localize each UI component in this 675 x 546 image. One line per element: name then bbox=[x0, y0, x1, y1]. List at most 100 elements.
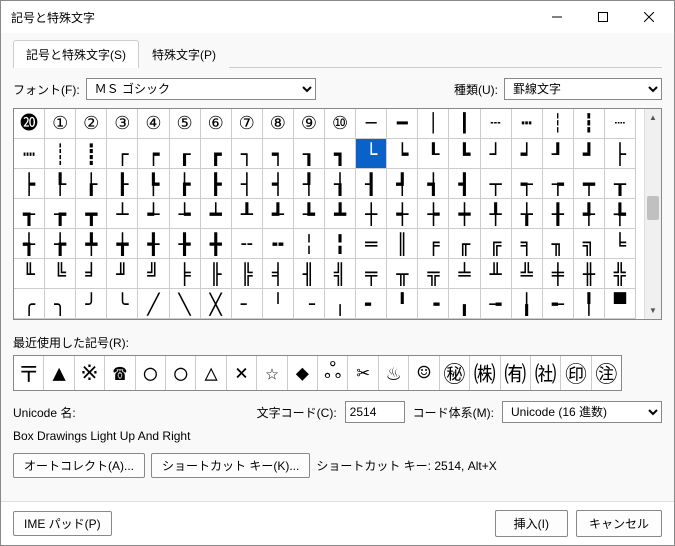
grid-cell[interactable]: ┵ bbox=[138, 199, 169, 229]
grid-cell[interactable]: ╦ bbox=[418, 259, 449, 289]
grid-cell[interactable]: ┑ bbox=[263, 139, 294, 169]
grid-cell[interactable]: ╿ bbox=[574, 289, 605, 319]
grid-cell[interactable]: ╂ bbox=[543, 199, 574, 229]
grid-cell[interactable]: ┽ bbox=[387, 199, 418, 229]
font-select[interactable]: ＭＳ ゴシック bbox=[86, 78, 316, 100]
grid-cell[interactable]: ┳ bbox=[76, 199, 107, 229]
grid-cell[interactable]: ④ bbox=[138, 109, 169, 139]
grid-cell[interactable]: ┒ bbox=[294, 139, 325, 169]
grid-cell[interactable]: ⑨ bbox=[294, 109, 325, 139]
grid-cell[interactable]: ╰ bbox=[107, 289, 138, 319]
recent-cell[interactable]: △ bbox=[196, 356, 226, 390]
grid-cell[interactable]: ╕ bbox=[512, 229, 543, 259]
grid-cell[interactable]: ╅ bbox=[14, 229, 45, 259]
shortcut-key-button[interactable]: ショートカット キー(K)... bbox=[151, 453, 310, 478]
grid-cell[interactable]: ┻ bbox=[325, 199, 356, 229]
grid-cell[interactable]: ① bbox=[45, 109, 76, 139]
tab-symbols[interactable]: 記号と特殊文字(S) bbox=[13, 40, 139, 68]
grid-cell[interactable]: └ bbox=[356, 139, 387, 169]
grid-cell[interactable]: ┌ bbox=[107, 139, 138, 169]
grid-cell[interactable]: ┧ bbox=[325, 169, 356, 199]
grid-cell[interactable]: ╌ bbox=[232, 229, 263, 259]
grid-cell[interactable]: ╟ bbox=[201, 259, 232, 289]
grid-cell[interactable]: ╒ bbox=[418, 229, 449, 259]
maximize-button[interactable] bbox=[580, 2, 626, 32]
grid-cell[interactable]: ┦ bbox=[294, 169, 325, 199]
grid-cell[interactable]: ┅ bbox=[512, 109, 543, 139]
grid-cell[interactable]: ╣ bbox=[325, 259, 356, 289]
grid-cell[interactable]: ╽ bbox=[512, 289, 543, 319]
recent-cell[interactable]: ✂ bbox=[348, 356, 378, 390]
recent-cell[interactable]: ○ bbox=[136, 356, 166, 390]
grid-cell[interactable]: ─ bbox=[356, 109, 387, 139]
grid-cell[interactable]: ╉ bbox=[138, 229, 169, 259]
grid-cell[interactable]: ┟ bbox=[76, 169, 107, 199]
grid-scrollbar[interactable]: ▲ ▼ bbox=[644, 109, 661, 319]
grid-cell[interactable]: ┙ bbox=[512, 139, 543, 169]
grid-cell[interactable]: ╏ bbox=[325, 229, 356, 259]
grid-cell[interactable]: ╙ bbox=[14, 259, 45, 289]
grid-cell[interactable]: ╁ bbox=[512, 199, 543, 229]
recent-cell[interactable]: ㈲ bbox=[501, 356, 531, 390]
recent-cell[interactable]: ㈳ bbox=[531, 356, 561, 390]
grid-cell[interactable]: ╢ bbox=[294, 259, 325, 289]
basis-select[interactable]: Unicode (16 進数) bbox=[502, 401, 662, 423]
grid-cell[interactable]: ┘ bbox=[481, 139, 512, 169]
grid-cell[interactable]: ╍ bbox=[263, 229, 294, 259]
grid-cell[interactable]: ╋ bbox=[201, 229, 232, 259]
grid-cell[interactable]: ┷ bbox=[201, 199, 232, 229]
grid-cell[interactable]: ⑩ bbox=[325, 109, 356, 139]
grid-cell[interactable]: ╱ bbox=[138, 289, 169, 319]
grid-cell[interactable]: ╹ bbox=[387, 289, 418, 319]
grid-cell[interactable]: ┛ bbox=[574, 139, 605, 169]
recent-cell[interactable]: ☺ bbox=[409, 356, 439, 390]
grid-cell[interactable]: ┾ bbox=[418, 199, 449, 229]
type-select[interactable]: 罫線文字 bbox=[504, 78, 662, 100]
grid-cell[interactable]: ┤ bbox=[232, 169, 263, 199]
recent-cell[interactable]: ○ bbox=[166, 356, 196, 390]
grid-cell[interactable]: ╘ bbox=[605, 229, 636, 259]
grid-cell[interactable]: ┞ bbox=[45, 169, 76, 199]
grid-cell[interactable]: ╄ bbox=[605, 199, 636, 229]
grid-cell[interactable]: ━ bbox=[387, 109, 418, 139]
grid-cell[interactable]: ▀ bbox=[605, 289, 636, 319]
grid-cell[interactable]: ┠ bbox=[107, 169, 138, 199]
grid-cell[interactable]: ┿ bbox=[449, 199, 480, 229]
grid-cell[interactable]: ┊ bbox=[45, 139, 76, 169]
tab-special[interactable]: 特殊文字(P) bbox=[139, 40, 229, 68]
grid-cell[interactable]: ┇ bbox=[574, 109, 605, 139]
grid-cell[interactable]: ╠ bbox=[232, 259, 263, 289]
cancel-button[interactable]: キャンセル bbox=[576, 510, 662, 537]
grid-cell[interactable]: ╭ bbox=[14, 289, 45, 319]
grid-cell[interactable]: ╼ bbox=[481, 289, 512, 319]
minimize-button[interactable] bbox=[534, 2, 580, 32]
grid-cell[interactable]: ╃ bbox=[574, 199, 605, 229]
grid-cell[interactable]: ┓ bbox=[325, 139, 356, 169]
grid-cell[interactable]: ┴ bbox=[107, 199, 138, 229]
scroll-thumb[interactable] bbox=[647, 196, 659, 220]
grid-cell[interactable]: ⑥ bbox=[201, 109, 232, 139]
recent-cell[interactable]: ஃ bbox=[318, 356, 348, 390]
grid-cell[interactable]: ║ bbox=[387, 229, 418, 259]
grid-cell[interactable]: ╳ bbox=[201, 289, 232, 319]
grid-cell[interactable]: ╯ bbox=[76, 289, 107, 319]
grid-cell[interactable]: ┡ bbox=[138, 169, 169, 199]
recent-cell[interactable]: ▲ bbox=[44, 356, 74, 390]
grid-cell[interactable]: ╞ bbox=[170, 259, 201, 289]
grid-cell[interactable]: ╡ bbox=[263, 259, 294, 289]
ime-pad-button[interactable]: IME パッド(P) bbox=[13, 511, 112, 536]
grid-cell[interactable]: ③ bbox=[107, 109, 138, 139]
grid-cell[interactable]: ╫ bbox=[574, 259, 605, 289]
grid-cell[interactable]: ② bbox=[76, 109, 107, 139]
grid-cell[interactable]: ╖ bbox=[543, 229, 574, 259]
grid-cell[interactable]: ╎ bbox=[294, 229, 325, 259]
autocorrect-button[interactable]: オートコレクト(A)... bbox=[13, 453, 145, 478]
grid-cell[interactable]: ┖ bbox=[418, 139, 449, 169]
grid-cell[interactable]: ┢ bbox=[170, 169, 201, 199]
grid-cell[interactable]: ┪ bbox=[418, 169, 449, 199]
grid-cell[interactable]: ╥ bbox=[387, 259, 418, 289]
grid-cell[interactable]: ╻ bbox=[449, 289, 480, 319]
grid-cell[interactable]: ┆ bbox=[543, 109, 574, 139]
grid-cell[interactable]: ┭ bbox=[512, 169, 543, 199]
grid-cell[interactable]: ⓴ bbox=[14, 109, 45, 139]
